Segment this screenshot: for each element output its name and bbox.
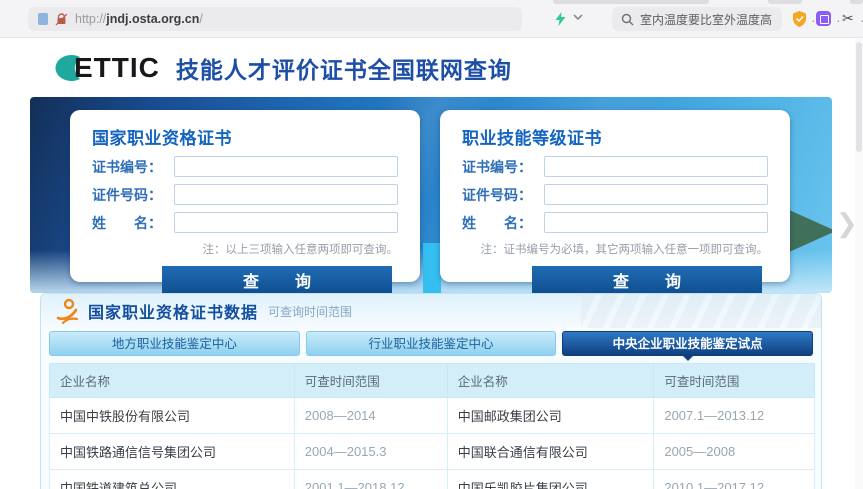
name-label: 姓 名： [92, 214, 162, 231]
column-header: 企业名称 [446, 363, 655, 398]
scrollbar-thumb[interactable] [856, 42, 862, 152]
company-cell: 中国中铁股份有限公司 [49, 397, 295, 434]
name-input[interactable] [174, 212, 398, 233]
company-cell: 中国乐凯胶片集团公司 [446, 469, 655, 489]
panel-note: 注：以上三项输入任意两项即可查询。 [202, 244, 399, 256]
tab-local-centers[interactable]: 地方职业技能鉴定中心 [49, 331, 300, 356]
column-header: 可查时间范围 [293, 363, 448, 398]
extension-bolt-icon[interactable] [554, 12, 567, 26]
id-number-input[interactable] [174, 184, 398, 205]
certificate-data-section: 国家职业资格证书数据 可查询时间范围 地方职业技能鉴定中心 行业职业技能鉴定中心… [40, 293, 822, 489]
logo-text: ETTIC [74, 51, 160, 83]
query-banner: 国家职业资格证书 证书编号： 证件号码： 姓 名： 注：以上三项输入任意两项即可… [30, 97, 832, 293]
shield-icon[interactable] [791, 10, 808, 28]
query-button[interactable]: 查 询 [162, 266, 392, 293]
extension-badge-icon[interactable] [816, 11, 831, 26]
search-input[interactable]: 室内温度要比室外温度高 [612, 7, 782, 31]
data-tabs: 地方职业技能鉴定中心 行业职业技能鉴定中心 中央企业职业技能鉴定试点 [41, 328, 821, 361]
id-number-input[interactable] [544, 184, 768, 205]
range-cell: 2004—2015.3 [293, 433, 448, 470]
page-scrollbar[interactable] [855, 38, 863, 489]
separator-dot: · [811, 12, 816, 28]
company-cell: 中国铁路通信信号集团公司 [49, 433, 295, 470]
banner-decor-strip [423, 243, 441, 293]
table-row: 中国铁道建筑总公司 2001.1—2018.12 中国乐凯胶片集团公司 2010… [49, 469, 815, 489]
browser-tab-remnant [553, 0, 709, 4]
query-button[interactable]: 查 询 [532, 266, 762, 293]
table-row: 中国中铁股份有限公司 2008—2014 中国邮政集团公司 2007.1—201… [49, 397, 815, 434]
tab-industry-centers[interactable]: 行业职业技能鉴定中心 [305, 331, 557, 356]
site-header: ETTIC 技能人才评价证书全国联网查询 [0, 38, 863, 97]
panel-title: 职业技能等级证书 [462, 129, 602, 148]
panel-title: 国家职业资格证书 [92, 129, 232, 148]
company-cell: 中国铁道建筑总公司 [49, 469, 295, 489]
keyboard-decor-image [581, 294, 821, 328]
search-suggestion-text: 室内温度要比室外温度高 [640, 12, 773, 27]
certificate-number-label: 证书编号： [92, 158, 162, 175]
site-logo[interactable]: ETTIC [44, 51, 160, 85]
certificate-number-input[interactable] [174, 156, 398, 177]
browser-tab-remnant [850, 0, 863, 4]
panel-vocational-skill-level-certificate: 职业技能等级证书 证书编号： 证件号码： 姓 名： 注：证书编号为必填，其它两项… [440, 110, 790, 293]
range-cell: 2010.1—2017.12 [653, 469, 815, 489]
range-cell: 2001.1—2018.12 [293, 469, 448, 489]
panel-note: 注：证书编号为必填，其它两项输入任意一项即可查询。 [480, 244, 769, 256]
range-cell: 2007.1—2013.12 [653, 397, 815, 434]
table-row: 中国铁路通信信号集团公司 2004—2015.3 中国联合通信有限公司 2005… [49, 433, 815, 470]
person-logo-icon [56, 298, 79, 324]
page: http://jndj.osta.org.cn/ 室内温度要比室外温度高 · ·… [0, 0, 863, 489]
column-header: 可查时间范围 [653, 363, 815, 398]
address-bar[interactable]: http://jndj.osta.org.cn/ [28, 7, 522, 31]
separator-dot: · [836, 12, 841, 28]
data-section-title: 国家职业资格证书数据 [88, 305, 259, 322]
table-header-row: 企业名称 可查时间范围 企业名称 可查时间范围 [49, 363, 815, 398]
certificate-number-input[interactable] [544, 156, 768, 177]
id-number-label: 证件号码： [92, 186, 162, 203]
name-label: 姓 名： [462, 214, 532, 231]
url-text: http://jndj.osta.org.cn/ [75, 12, 203, 26]
panel-national-vocational-certificate: 国家职业资格证书 证书编号： 证件号码： 姓 名： 注：以上三项输入任意两项即可… [70, 110, 420, 293]
search-icon [621, 13, 634, 26]
range-cell: 2005—2008 [653, 433, 815, 470]
column-header: 企业名称 [49, 363, 295, 398]
page-icon [38, 13, 48, 25]
tab-central-enterprises[interactable]: 中央企业职业技能鉴定试点 [562, 331, 814, 361]
browser-tab-remnant [768, 0, 802, 4]
company-cell: 中国联合通信有限公司 [446, 433, 655, 470]
name-input[interactable] [544, 212, 768, 233]
data-section-subtitle: 可查询时间范围 [268, 304, 353, 319]
company-cell: 中国邮政集团公司 [446, 397, 655, 434]
page-title: 技能人才评价证书全国联网查询 [175, 56, 512, 83]
scissors-icon[interactable]: ✂ [842, 10, 854, 27]
browser-toolbar: http://jndj.osta.org.cn/ 室内温度要比室外温度高 · ·… [0, 0, 863, 38]
chevron-down-icon[interactable] [572, 13, 584, 21]
data-section-header: 国家职业资格证书数据 可查询时间范围 [41, 294, 821, 328]
range-cell: 2008—2014 [293, 397, 448, 434]
id-number-label: 证件号码： [462, 186, 532, 203]
query-range-table: 企业名称 可查时间范围 企业名称 可查时间范围 中国中铁股份有限公司 2008—… [49, 363, 815, 489]
insecure-lock-icon[interactable] [55, 12, 68, 26]
certificate-number-label: 证书编号： [462, 158, 532, 175]
